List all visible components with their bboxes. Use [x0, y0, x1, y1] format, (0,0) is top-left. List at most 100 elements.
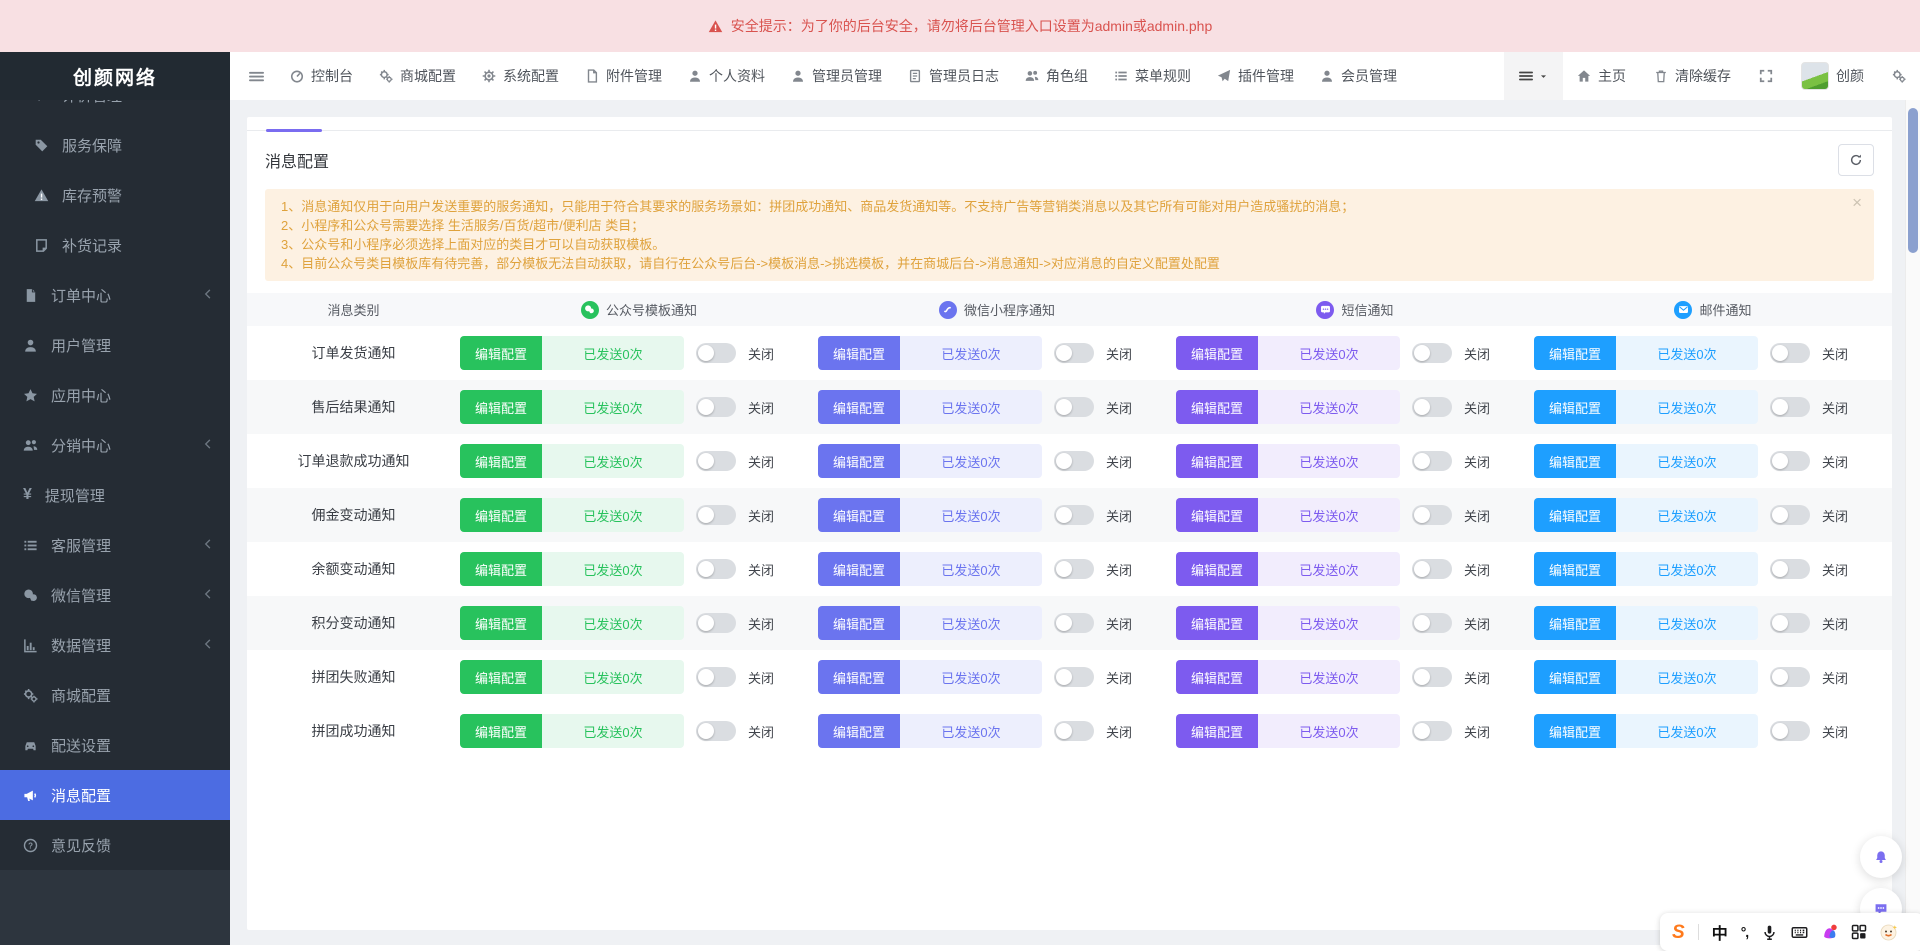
enable-toggle[interactable]	[696, 343, 736, 363]
nav-fullscreen-button[interactable]	[1745, 52, 1787, 100]
sent-count-button[interactable]: 已发送0次	[1258, 552, 1400, 586]
nav-user-menu[interactable]: 创颜	[1787, 52, 1878, 100]
nav-item-1[interactable]: 控制台	[277, 52, 366, 100]
enable-toggle[interactable]	[1054, 559, 1094, 579]
apps-grid-icon[interactable]	[1851, 924, 1867, 940]
sent-count-button[interactable]: 已发送0次	[900, 498, 1042, 532]
enable-toggle[interactable]	[1054, 505, 1094, 525]
sent-count-button[interactable]: 已发送0次	[542, 444, 684, 478]
edit-config-button[interactable]: 编辑配置	[1176, 444, 1258, 478]
sent-count-button[interactable]: 已发送0次	[1616, 660, 1758, 694]
sent-count-button[interactable]: 已发送0次	[900, 606, 1042, 640]
sent-count-button[interactable]: 已发送0次	[1258, 714, 1400, 748]
enable-toggle[interactable]	[696, 397, 736, 417]
enable-toggle[interactable]	[1770, 343, 1810, 363]
sent-count-button[interactable]: 已发送0次	[900, 714, 1042, 748]
enable-toggle[interactable]	[696, 451, 736, 471]
emoji-icon[interactable]	[1880, 923, 1898, 941]
sent-count-button[interactable]: 已发送0次	[900, 660, 1042, 694]
nav-item-4[interactable]: 附件管理	[572, 52, 675, 100]
edit-config-button[interactable]: 编辑配置	[460, 336, 542, 370]
sent-count-button[interactable]: 已发送0次	[1258, 606, 1400, 640]
sent-count-button[interactable]: 已发送0次	[1258, 336, 1400, 370]
sent-count-button[interactable]: 已发送0次	[542, 390, 684, 424]
edit-config-button[interactable]: 编辑配置	[1534, 390, 1616, 424]
nav-item-5[interactable]: 个人资料	[675, 52, 778, 100]
nav-item-0[interactable]	[236, 52, 277, 100]
edit-config-button[interactable]: 编辑配置	[818, 336, 900, 370]
sent-count-button[interactable]: 已发送0次	[1616, 336, 1758, 370]
keyboard-icon[interactable]	[1791, 924, 1808, 941]
edit-config-button[interactable]: 编辑配置	[1176, 606, 1258, 640]
edit-config-button[interactable]: 编辑配置	[460, 660, 542, 694]
refresh-button[interactable]	[1838, 144, 1874, 176]
sidebar-item-3[interactable]: 补货记录	[0, 220, 230, 270]
sent-count-button[interactable]: 已发送0次	[542, 336, 684, 370]
edit-config-button[interactable]: 编辑配置	[1534, 552, 1616, 586]
edit-config-button[interactable]: 编辑配置	[818, 714, 900, 748]
enable-toggle[interactable]	[696, 505, 736, 525]
enable-toggle[interactable]	[1054, 343, 1094, 363]
edit-config-button[interactable]: 编辑配置	[460, 444, 542, 478]
edit-config-button[interactable]: 编辑配置	[460, 498, 542, 532]
edit-config-button[interactable]: 编辑配置	[818, 606, 900, 640]
enable-toggle[interactable]	[1412, 451, 1452, 471]
edit-config-button[interactable]: 编辑配置	[1176, 552, 1258, 586]
sidebar-item-9[interactable]: 客服管理	[0, 520, 230, 570]
edit-config-button[interactable]: 编辑配置	[818, 444, 900, 478]
edit-config-button[interactable]: 编辑配置	[1534, 336, 1616, 370]
sidebar-item-4[interactable]: 订单中心	[0, 270, 230, 320]
sent-count-button[interactable]: 已发送0次	[1616, 498, 1758, 532]
sent-count-button[interactable]: 已发送0次	[900, 552, 1042, 586]
sent-count-button[interactable]: 已发送0次	[542, 660, 684, 694]
nav-item-2[interactable]: 商城配置	[366, 52, 469, 100]
enable-toggle[interactable]	[1770, 505, 1810, 525]
nav-clear-cache-button[interactable]: 清除缓存	[1640, 52, 1745, 100]
enable-toggle[interactable]	[1054, 667, 1094, 687]
edit-config-button[interactable]: 编辑配置	[1534, 498, 1616, 532]
enable-toggle[interactable]	[1770, 559, 1810, 579]
sidebar-item-15[interactable]: ?意见反馈	[0, 820, 230, 870]
edit-config-button[interactable]: 编辑配置	[460, 390, 542, 424]
edit-config-button[interactable]: 编辑配置	[460, 552, 542, 586]
mic-icon[interactable]	[1761, 924, 1778, 941]
sent-count-button[interactable]: 已发送0次	[900, 444, 1042, 478]
edit-config-button[interactable]: 编辑配置	[1534, 714, 1616, 748]
sidebar-item-6[interactable]: 应用中心	[0, 370, 230, 420]
sent-count-button[interactable]: 已发送0次	[1616, 606, 1758, 640]
sent-count-button[interactable]: 已发送0次	[542, 606, 684, 640]
sidebar-item-14[interactable]: 消息配置	[0, 770, 230, 820]
chinese-mode-toggle[interactable]: 中	[1712, 920, 1728, 944]
sidebar-item-13[interactable]: 配送设置	[0, 720, 230, 770]
enable-toggle[interactable]	[696, 613, 736, 633]
sent-count-button[interactable]: 已发送0次	[1258, 660, 1400, 694]
scrollbar-thumb[interactable]	[1908, 108, 1918, 253]
enable-toggle[interactable]	[1412, 721, 1452, 741]
edit-config-button[interactable]: 编辑配置	[1176, 714, 1258, 748]
enable-toggle[interactable]	[1412, 397, 1452, 417]
enable-toggle[interactable]	[1054, 613, 1094, 633]
enable-toggle[interactable]	[696, 667, 736, 687]
sent-count-button[interactable]: 已发送0次	[1616, 444, 1758, 478]
edit-config-button[interactable]: 编辑配置	[460, 606, 542, 640]
skin-icon[interactable]	[1821, 924, 1838, 941]
edit-config-button[interactable]: 编辑配置	[1176, 390, 1258, 424]
edit-config-button[interactable]: 编辑配置	[818, 390, 900, 424]
edit-config-button[interactable]: 编辑配置	[1176, 660, 1258, 694]
sent-count-button[interactable]: 已发送0次	[1258, 444, 1400, 478]
enable-toggle[interactable]	[1412, 613, 1452, 633]
nav-item-9[interactable]: 菜单规则	[1101, 52, 1204, 100]
sidebar-item-0[interactable]: 评价管理	[0, 100, 230, 120]
enable-toggle[interactable]	[1054, 397, 1094, 417]
enable-toggle[interactable]	[1054, 451, 1094, 471]
enable-toggle[interactable]	[696, 721, 736, 741]
sent-count-button[interactable]: 已发送0次	[1258, 498, 1400, 532]
nav-item-6[interactable]: 管理员管理	[778, 52, 895, 100]
nav-list-dropdown-button[interactable]	[1504, 52, 1563, 100]
enable-toggle[interactable]	[1770, 613, 1810, 633]
notice-close-button[interactable]: ×	[1852, 194, 1862, 211]
nav-item-10[interactable]: 插件管理	[1204, 52, 1307, 100]
sidebar-item-12[interactable]: 商城配置	[0, 670, 230, 720]
sent-count-button[interactable]: 已发送0次	[542, 498, 684, 532]
nav-item-7[interactable]: 管理员日志	[895, 52, 1012, 100]
